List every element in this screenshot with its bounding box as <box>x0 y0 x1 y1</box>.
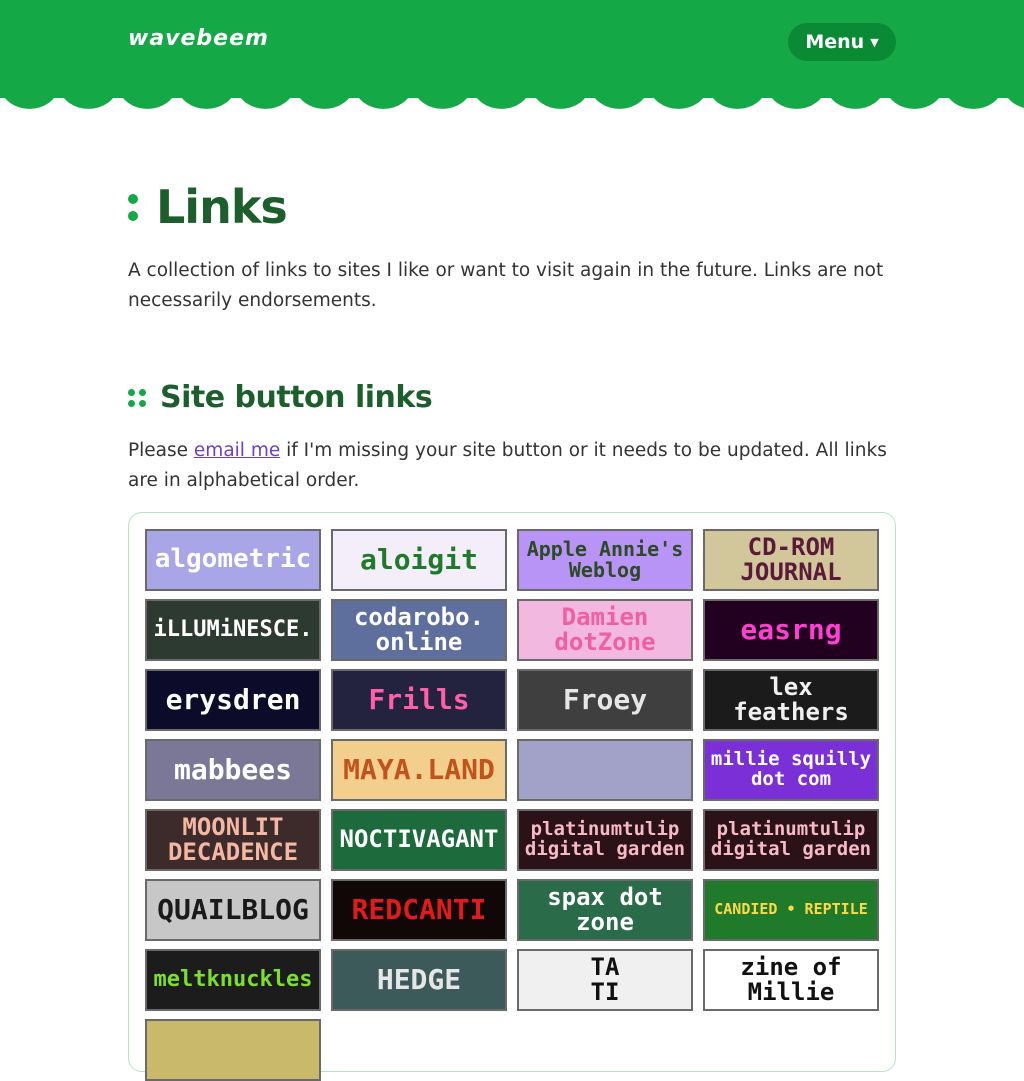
section-title: Site button links <box>128 380 433 415</box>
site-button-label: platinumtulip digital garden <box>710 818 872 860</box>
site-button-label: meltknuckles <box>153 967 313 993</box>
site-button-label: iLLUMiNESCE. <box>153 617 313 643</box>
site-button[interactable]: NOCTIVAGANT <box>331 809 507 871</box>
site-button[interactable]: codarobo. online <box>331 599 507 661</box>
site-button-label: MOONLIT DECADENCE <box>167 812 299 866</box>
site-button[interactable]: REDCANTI <box>331 879 507 941</box>
site-button-label: REDCANTI <box>351 893 487 927</box>
site-button-label: HEDGE <box>376 963 462 997</box>
site-button[interactable]: meltknuckles <box>145 949 321 1011</box>
site-button-label: Apple Annie's Weblog <box>526 537 684 582</box>
site-header: wavebeem Menu ▼ <box>0 0 1024 98</box>
site-button-label: CD-ROM JOURNAL <box>740 532 842 586</box>
site-button-label: algometric <box>154 544 312 575</box>
section-description: Please email me if I'm missing your site… <box>128 436 888 496</box>
site-button-label: MAYA.LAND <box>343 753 495 787</box>
site-button-label: CANDIED • REPTILE <box>714 900 868 919</box>
site-button-label: lex feathers <box>733 672 849 726</box>
site-logo[interactable]: wavebeem <box>128 26 269 51</box>
site-button[interactable] <box>517 739 693 801</box>
site-button[interactable]: Froey <box>517 669 693 731</box>
site-button[interactable]: erysdren <box>145 669 321 731</box>
desc-before: Please <box>128 440 194 461</box>
site-button-label: TA TI <box>590 952 620 1006</box>
site-button[interactable]: Frills <box>331 669 507 731</box>
site-button[interactable]: mabbees <box>145 739 321 801</box>
site-button-label: spax dot zone <box>547 882 663 936</box>
site-button[interactable]: QUAILBLOG <box>145 879 321 941</box>
site-button[interactable]: lex feathers <box>703 669 879 731</box>
site-button-grid: algometric aloigit Apple Annie's Weblog CD-… <box>128 512 896 1081</box>
section-title-text: Site button links <box>160 380 433 415</box>
menu-button[interactable]: Menu ▼ <box>788 23 896 61</box>
site-button-label: Damien dotZone <box>554 602 656 656</box>
caret-down-icon: ▼ <box>870 35 879 49</box>
site-button[interactable]: CD-ROM JOURNAL <box>703 529 879 591</box>
site-button-label: Frills <box>368 683 470 717</box>
site-button-label: millie squilly dot com <box>710 748 872 790</box>
site-button[interactable]: TA TI <box>517 949 693 1011</box>
site-button[interactable]: spax dot zone <box>517 879 693 941</box>
two-dot-icon <box>128 193 138 221</box>
site-button[interactable]: Damien dotZone <box>517 599 693 661</box>
site-button-label: erysdren <box>165 683 301 717</box>
site-button-label: easrng <box>740 613 842 647</box>
site-button-label: NOCTIVAGANT <box>339 825 499 854</box>
site-button[interactable]: zine of Millie <box>703 949 879 1011</box>
site-button-label: zine of Millie <box>740 952 842 1006</box>
site-button-label: mabbees <box>173 753 292 787</box>
four-dot-icon <box>128 388 146 407</box>
page-title: Links <box>128 180 288 234</box>
site-button[interactable]: aloigit <box>331 529 507 591</box>
page-title-text: Links <box>156 180 288 234</box>
site-button[interactable]: MAYA.LAND <box>331 739 507 801</box>
site-button[interactable]: millie squilly dot com <box>703 739 879 801</box>
site-button-label: Froey <box>562 683 648 717</box>
scalloped-edge <box>0 88 1024 109</box>
site-button[interactable]: platinumtulip digital garden <box>703 809 879 871</box>
menu-label: Menu <box>805 31 865 53</box>
site-button[interactable]: HEDGE <box>331 949 507 1011</box>
site-button-label: QUAILBLOG <box>157 893 309 927</box>
site-button[interactable]: MOONLIT DECADENCE <box>145 809 321 871</box>
site-button[interactable]: platinumtulip digital garden <box>517 809 693 871</box>
site-button[interactable]: Apple Annie's Weblog <box>517 529 693 591</box>
site-button[interactable]: CANDIED • REPTILE <box>703 879 879 941</box>
site-button[interactable]: easrng <box>703 599 879 661</box>
site-button-label: codarobo. online <box>353 602 485 656</box>
site-button[interactable] <box>145 1019 321 1081</box>
intro-text: A collection of links to sites I like or… <box>128 260 884 311</box>
site-button-label: platinumtulip digital garden <box>524 818 686 860</box>
site-button[interactable]: iLLUMiNESCE. <box>145 599 321 661</box>
site-button-label: aloigit <box>359 543 478 577</box>
email-link[interactable]: email me <box>194 440 280 461</box>
site-button[interactable]: algometric <box>145 529 321 591</box>
